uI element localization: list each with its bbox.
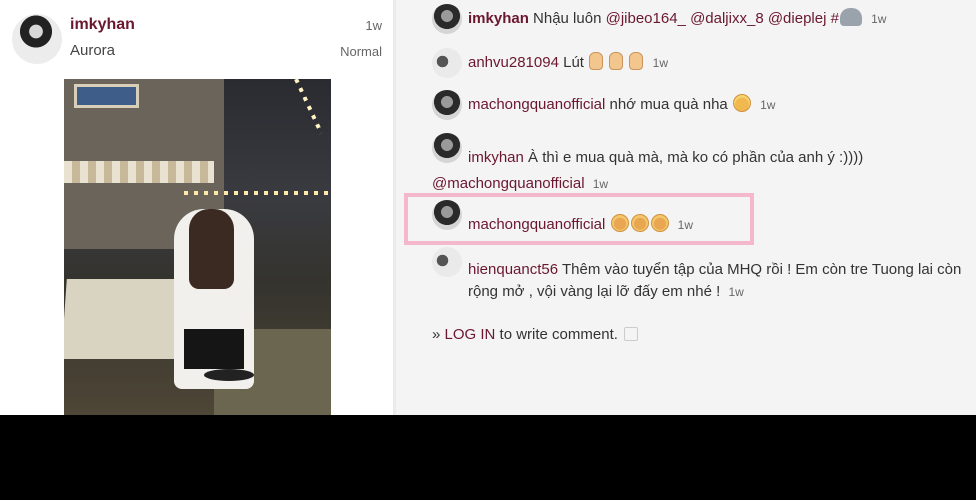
comment-text: Lút [563,54,584,71]
post-avatar[interactable] [12,14,62,64]
pointing-hand-icon [609,52,624,70]
login-prefix: » [432,326,441,343]
login-suffix: to write comment. [499,326,618,343]
comment-avatar[interactable] [432,90,462,120]
comment-avatar[interactable] [432,247,462,277]
comment-username[interactable]: imkyhan [468,149,524,166]
comment-highlight-box [404,193,754,245]
post-username[interactable]: imkyhan [70,16,135,34]
comment-time: 1w [592,177,609,191]
black-bar [0,415,976,500]
comment-avatar[interactable] [432,4,462,34]
mention-link[interactable]: @jibeo164_ [606,10,686,27]
screen: imkyhan Aurora 1w Normal imkyhan Nhậu lu… [0,0,976,415]
mention-link[interactable]: @daljixx_8 [690,10,764,27]
comment-time: 1w [760,98,776,112]
photo-string-lights [184,191,331,195]
login-prompt: » LOG IN to write comment. [432,326,639,343]
login-link[interactable]: LOG IN [445,326,496,343]
post-location[interactable]: Aurora [70,42,115,59]
photo-skirt [184,329,244,369]
pointing-hand-icon [589,52,604,70]
mention-link[interactable]: @machongquanofficial [432,175,585,192]
pointing-hand-icon [629,52,644,70]
elephant-icon [839,8,862,26]
comment-username[interactable]: anhvu281094 [468,54,559,71]
comment-body: machongquanofficial nhớ mua quà nha 1w [468,94,968,116]
post-photo[interactable] [64,79,331,415]
comment-text: À thì e mua quà mà, mà ko có phần của an… [528,149,864,166]
photo-window [74,84,139,108]
comment-time: 1w [728,285,744,299]
comment-username[interactable]: machongquanofficial [468,96,605,113]
comment-body: hienquanct56 Thêm vào tuyển tập của MHQ … [468,259,972,303]
comment-text: nhớ mua quà nha [609,96,728,113]
comment-time: 1w [871,12,887,26]
post-time: 1w [365,18,382,33]
comment-avatar[interactable] [432,48,462,78]
hashtag-link[interactable]: # [831,10,839,27]
post-header: imkyhan Aurora 1w Normal [12,12,382,68]
comment-avatar[interactable] [432,133,462,163]
comment-body: imkyhan À thì e mua quà mà, mà ko có phầ… [468,147,968,169]
mention-link[interactable]: @dieplej [768,10,827,27]
comment-username[interactable]: hienquanct56 [468,261,558,278]
photo-string-lights-2 [294,79,324,135]
photo-hair [189,209,234,289]
photo-awning [64,161,214,183]
comment-icon [624,327,639,341]
comment-username[interactable]: imkyhan [468,10,529,27]
post-card: imkyhan Aurora 1w Normal [0,0,393,415]
grinning-sweat-icon [732,94,751,112]
comment-body: anhvu281094 Lút 1w [468,52,968,74]
comment-text: Nhậu luôn [533,10,602,27]
comment-time: 1w [652,56,668,70]
comment-continuation: @machongquanofficial 1w [432,173,608,195]
photo-stool [204,369,254,381]
post-filter: Normal [340,44,382,59]
comment-body: imkyhan Nhậu luôn @jibeo164_ @daljixx_8 … [468,8,968,30]
